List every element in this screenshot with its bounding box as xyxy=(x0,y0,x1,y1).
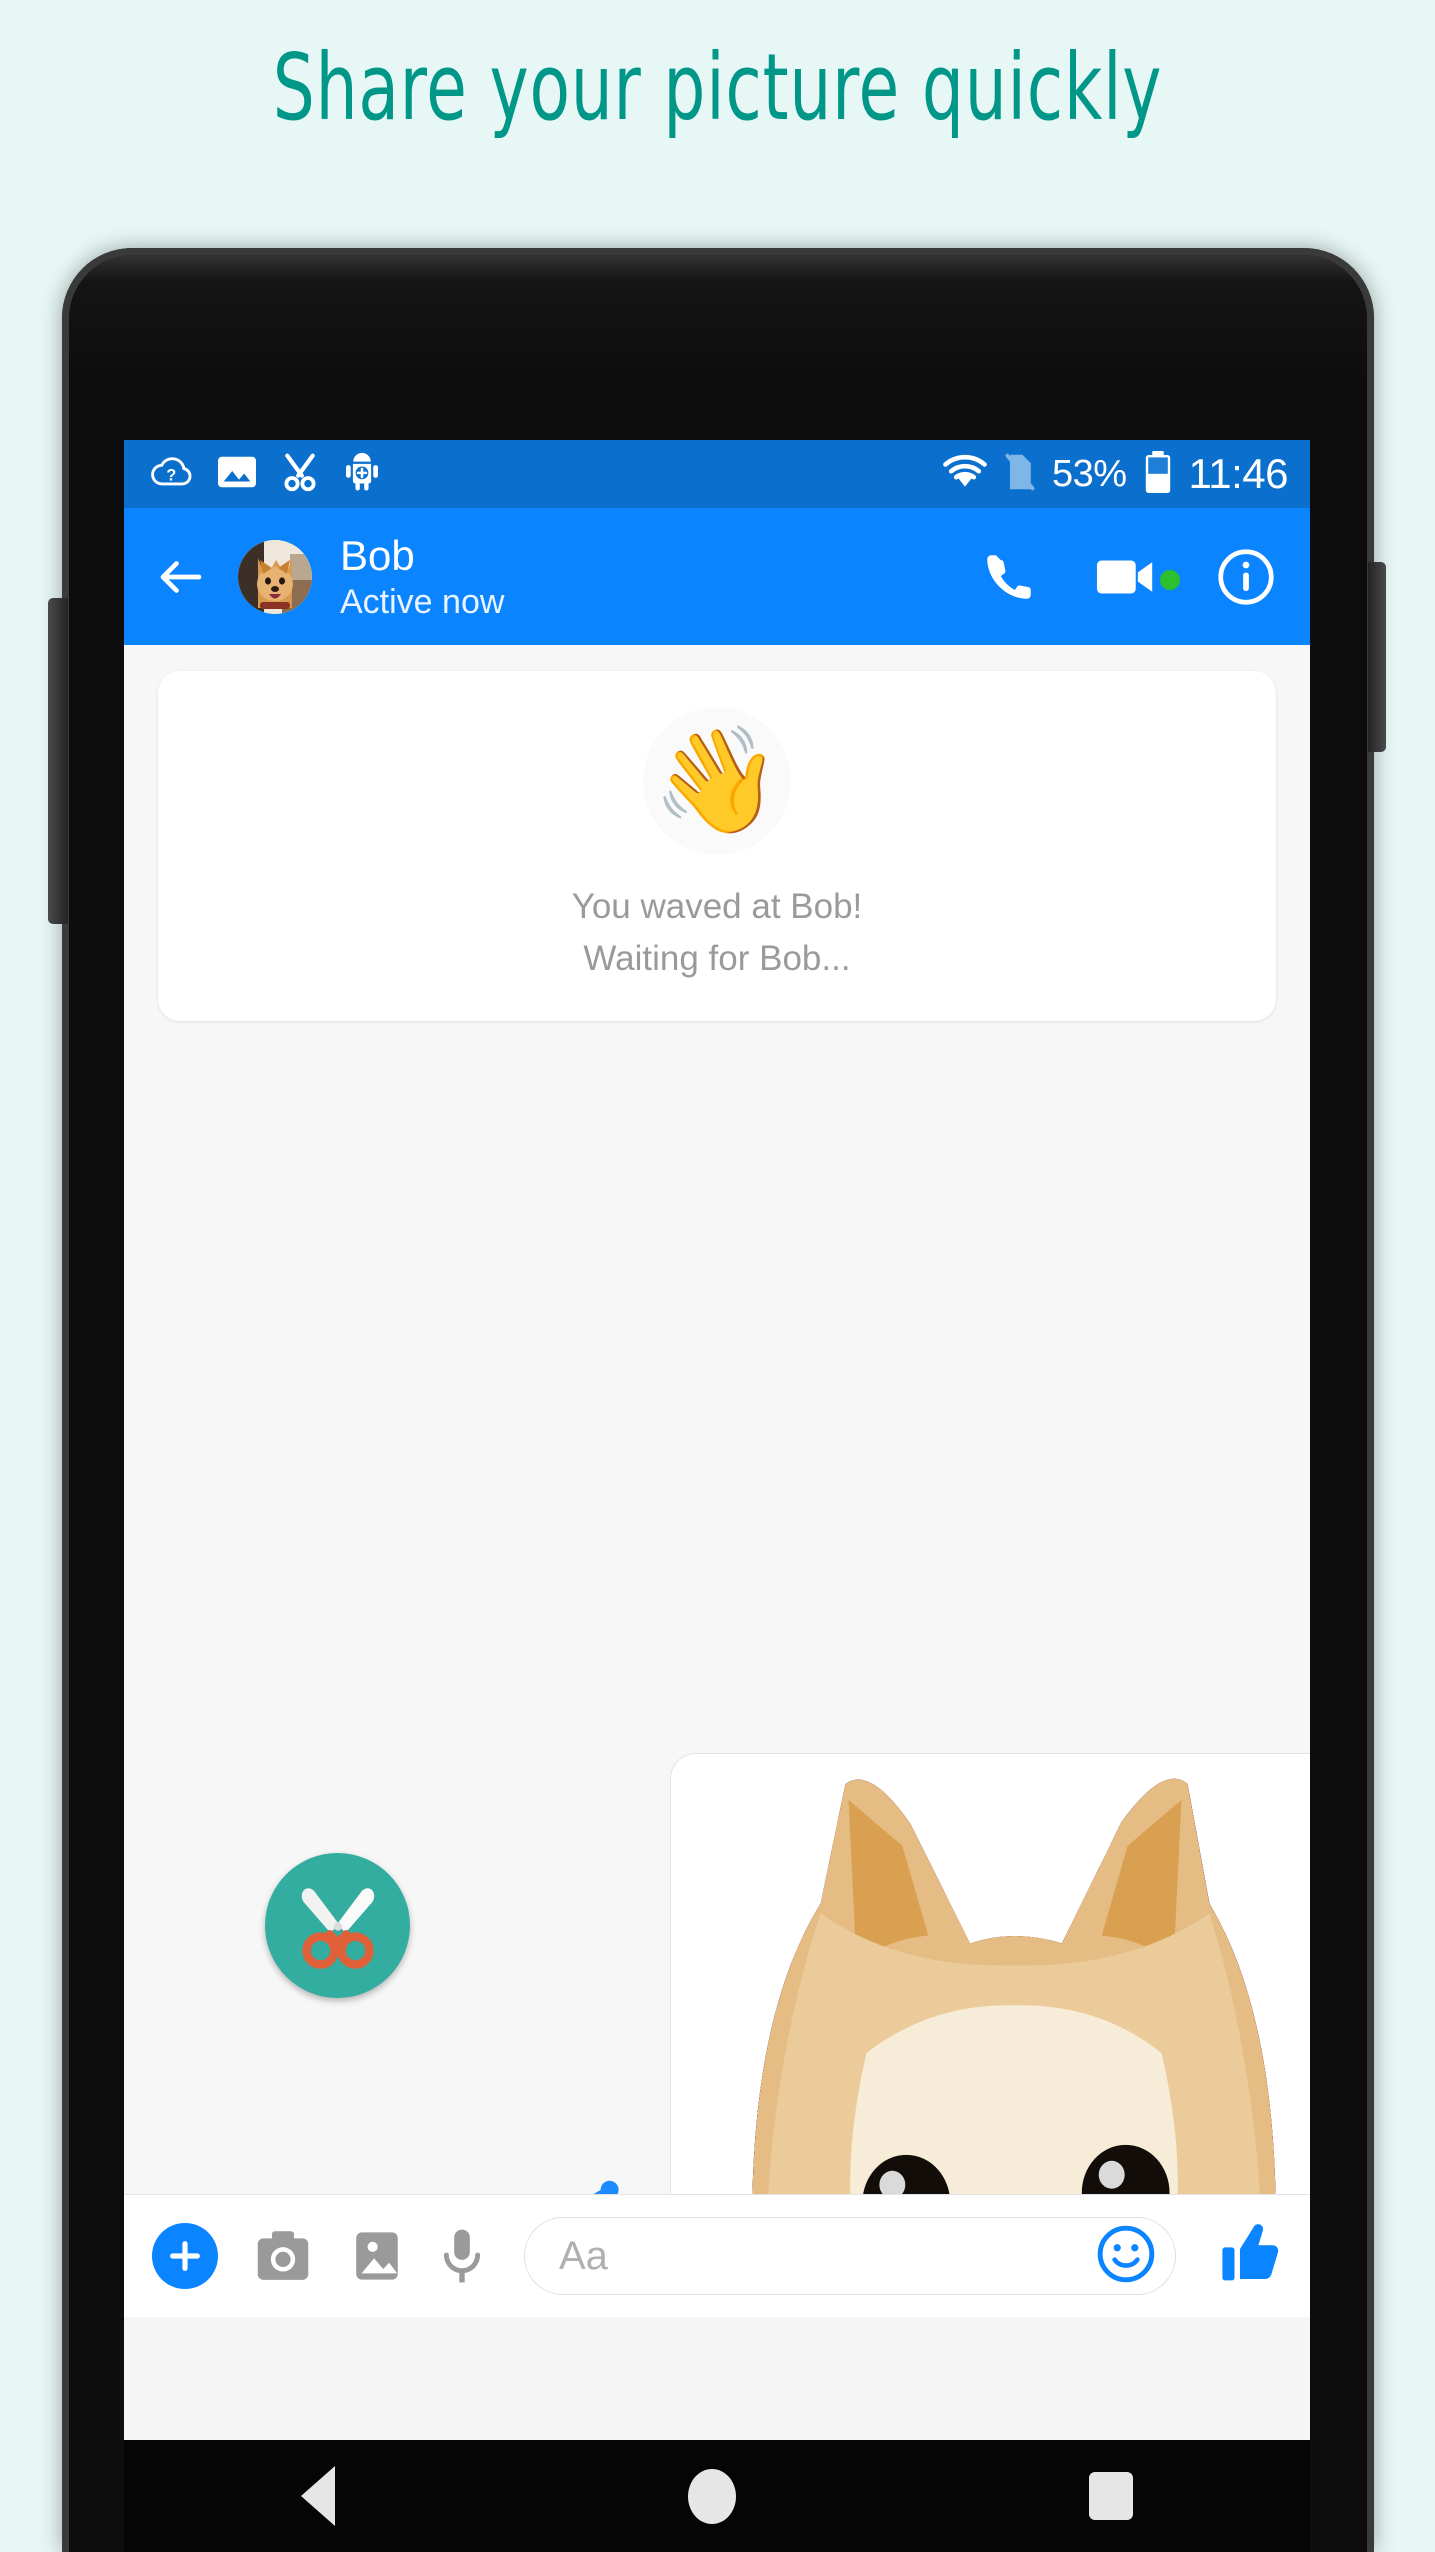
online-dot xyxy=(1160,569,1180,590)
battery-icon xyxy=(1143,450,1173,498)
conversation-header: Bob Active now xyxy=(124,508,1310,645)
avatar[interactable] xyxy=(238,539,312,614)
wave-line-1: You waved at Bob! xyxy=(571,887,863,926)
nav-recents-icon[interactable] xyxy=(1089,2472,1134,2520)
message-input[interactable]: Aa xyxy=(524,2217,1176,2295)
wave-card: 👋 You waved at Bob! Waiting for Bob... xyxy=(158,671,1276,1021)
gallery-icon[interactable] xyxy=(348,2227,406,2285)
contact-name: Bob xyxy=(340,531,415,579)
smiley-icon[interactable] xyxy=(1095,2223,1157,2290)
camera-icon[interactable] xyxy=(252,2227,314,2285)
android-robot-icon xyxy=(342,452,382,497)
voice-call-button[interactable] xyxy=(980,548,1038,606)
page-title: Share your picture quickly xyxy=(272,34,1163,141)
thumbs-up-icon[interactable] xyxy=(1218,2221,1284,2292)
conversation-info-button[interactable] xyxy=(1216,547,1276,607)
android-navigation-bar xyxy=(124,2440,1310,2552)
status-notification-icons: ? xyxy=(150,452,382,497)
phone-screen: ? 53% 11:46 Bob Active now 👋 You waved a… xyxy=(124,440,1310,2440)
photo-icon xyxy=(216,453,258,496)
message-input-placeholder: Aa xyxy=(559,2233,608,2278)
volume-button[interactable] xyxy=(48,598,68,924)
no-sim-icon xyxy=(1004,452,1036,497)
header-actions xyxy=(980,547,1276,607)
svg-text:?: ? xyxy=(166,466,176,484)
scissors-badge-icon[interactable] xyxy=(265,1853,410,1998)
video-call-button[interactable] xyxy=(1096,554,1180,600)
nav-back-icon[interactable] xyxy=(300,2466,335,2526)
status-system-icons: 53% 11:46 xyxy=(942,450,1288,498)
power-button[interactable] xyxy=(1368,562,1386,752)
clock-label: 11:46 xyxy=(1188,450,1289,497)
contact-presence: Active now xyxy=(340,582,505,621)
nav-home-icon[interactable] xyxy=(687,2468,736,2524)
message-thread[interactable]: 👋 You waved at Bob! Waiting for Bob... A… xyxy=(124,645,1310,2317)
wave-line-2: Waiting for Bob... xyxy=(583,938,851,978)
cloud-question-icon: ? xyxy=(150,454,194,495)
microphone-icon[interactable] xyxy=(440,2226,484,2286)
battery-percent-label: 53% xyxy=(1051,452,1127,495)
contact-info: Bob Active now xyxy=(340,532,504,621)
wifi-icon xyxy=(942,454,988,495)
plus-icon[interactable] xyxy=(152,2223,218,2289)
scissors-icon xyxy=(280,452,320,497)
wave-card-text: You waved at Bob! Waiting for Bob... xyxy=(158,881,1276,985)
message-composer: Aa xyxy=(124,2194,1310,2317)
waving-hand-icon: 👋 xyxy=(643,707,791,855)
status-bar: ? 53% 11:46 xyxy=(124,440,1310,508)
back-arrow-icon[interactable] xyxy=(154,550,208,604)
